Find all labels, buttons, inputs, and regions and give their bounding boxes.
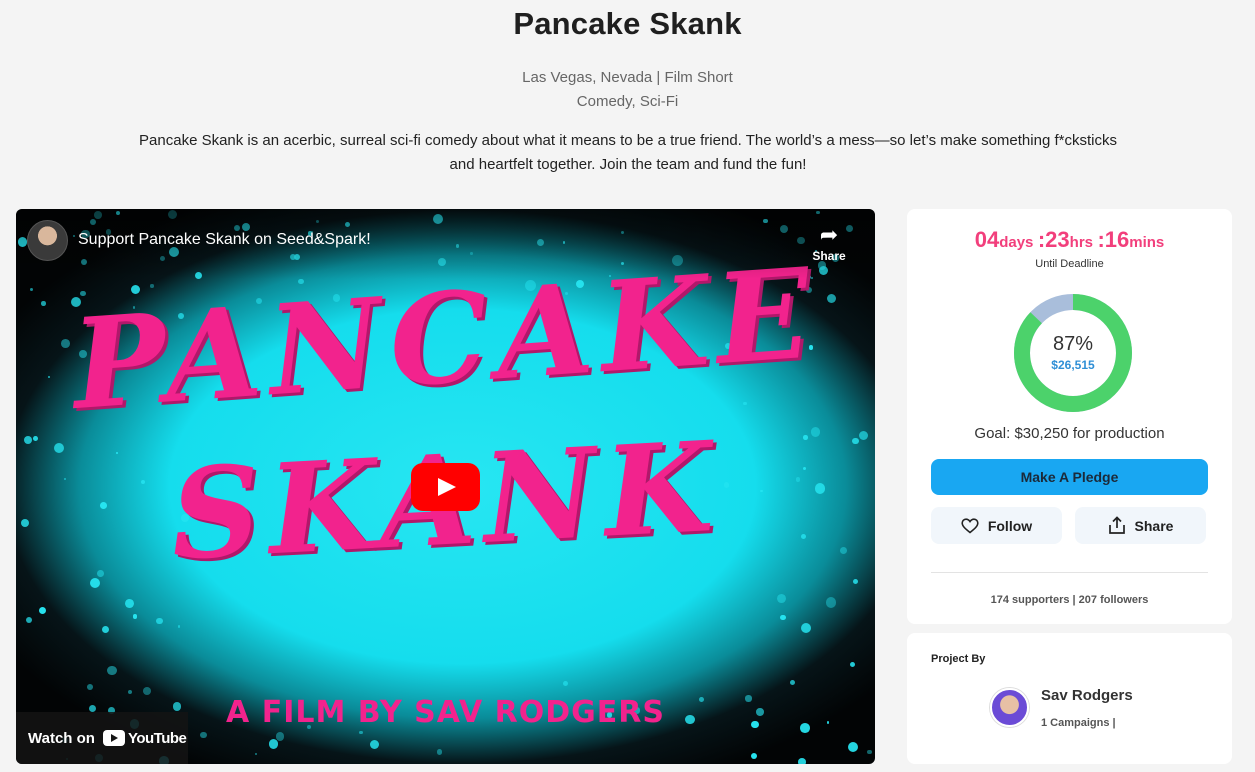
paint-speck xyxy=(798,758,806,764)
project-by-card: Project By Sav Rodgers 1 Campaigns | xyxy=(907,633,1232,764)
channel-avatar[interactable] xyxy=(27,220,68,261)
paint-speck xyxy=(776,594,786,604)
creator-name[interactable]: Sav Rodgers xyxy=(1041,687,1133,704)
paint-speck xyxy=(789,679,796,686)
paint-speck xyxy=(127,689,132,694)
countdown-mins-unit: mins xyxy=(1129,234,1165,251)
supporter-stats: 174 supporters | 207 followers xyxy=(990,594,1149,606)
paint-speck xyxy=(132,614,137,619)
countdown-days-unit: days xyxy=(999,234,1034,251)
until-deadline-label: Until Deadline xyxy=(1035,258,1104,270)
paint-speck xyxy=(359,731,363,735)
genres: Comedy, Sci-Fi xyxy=(576,93,679,110)
funding-card: 04days :23hrs :16mins Until Deadline 87%… xyxy=(907,209,1232,624)
project-description: Pancake Skank is an acerbic, surreal sci… xyxy=(139,132,1117,173)
countdown-days: 04 xyxy=(974,227,1000,252)
creator-avatar[interactable] xyxy=(990,688,1029,727)
paint-speck xyxy=(107,665,117,676)
location-category: Las Vegas, Nevada | Film Short xyxy=(522,69,733,86)
paint-speck xyxy=(26,616,33,623)
paint-speck xyxy=(142,686,151,695)
paint-speck xyxy=(125,598,135,608)
paint-speck xyxy=(847,741,858,752)
paint-speck xyxy=(742,401,747,406)
countdown-hours-unit: hrs xyxy=(1069,234,1093,251)
watch-on-youtube-button[interactable]: Watch on YouTube xyxy=(16,712,188,764)
share-arrow-icon: ➦ xyxy=(819,222,839,247)
paint-speck xyxy=(38,607,47,615)
share-button[interactable]: Share xyxy=(1075,507,1206,544)
funding-goal: Goal: $30,250 for production xyxy=(974,425,1165,442)
paint-speck xyxy=(780,615,786,621)
paint-speck xyxy=(436,749,443,756)
youtube-wordmark: YouTube xyxy=(127,729,187,747)
project-meta: Las Vegas, Nevada | Film Short Comedy, S… xyxy=(0,66,1255,114)
countdown-hours: :23 xyxy=(1037,227,1070,252)
paint-speck xyxy=(275,732,284,741)
share-label: Share xyxy=(1134,517,1174,534)
play-button[interactable] xyxy=(411,463,480,511)
paint-speck xyxy=(268,739,279,749)
page-title: Pancake Skank xyxy=(513,6,742,41)
youtube-logo: YouTube xyxy=(102,729,187,747)
creator-campaigns: 1 Campaigns | xyxy=(1041,717,1116,729)
paint-speck xyxy=(563,680,569,686)
countdown: 04days :23hrs :16mins xyxy=(907,227,1232,253)
make-pledge-button[interactable]: Make A Pledge xyxy=(931,459,1208,495)
project-by-label: Project By xyxy=(931,653,986,665)
percent-funded: 87% xyxy=(1052,333,1094,355)
paint-speck xyxy=(254,752,258,756)
paint-speck xyxy=(867,750,872,755)
share-icon xyxy=(1108,516,1125,534)
paint-speck xyxy=(751,752,758,759)
countdown-mins: :16 xyxy=(1097,227,1130,252)
paint-speck xyxy=(86,684,93,691)
video-share-label: Share xyxy=(812,249,846,263)
video-title[interactable]: Support Pancake Skank on Seed&Spark! xyxy=(78,231,371,249)
video-share-button[interactable]: ➦ Share xyxy=(809,223,849,265)
paint-speck xyxy=(177,624,181,628)
paint-speck xyxy=(852,578,859,584)
divider xyxy=(931,572,1208,573)
paint-speck xyxy=(156,617,164,625)
paint-speck xyxy=(101,626,110,634)
paint-speck xyxy=(369,740,379,750)
paint-speck xyxy=(200,731,207,739)
paint-speck xyxy=(825,597,837,608)
watch-on-label: Watch on xyxy=(28,729,95,747)
amount-raised: $26,515 xyxy=(1051,358,1095,372)
paint-speck xyxy=(29,288,34,292)
follow-button[interactable]: Follow xyxy=(931,507,1062,544)
youtube-play-icon xyxy=(102,730,125,746)
video-player[interactable]: PANCAKE SKANK A FILM BY SAV RODGERS Supp… xyxy=(16,209,875,764)
paint-speck xyxy=(800,622,812,633)
heart-icon xyxy=(961,517,979,534)
follow-label: Follow xyxy=(987,517,1033,534)
paint-speck xyxy=(849,661,856,668)
